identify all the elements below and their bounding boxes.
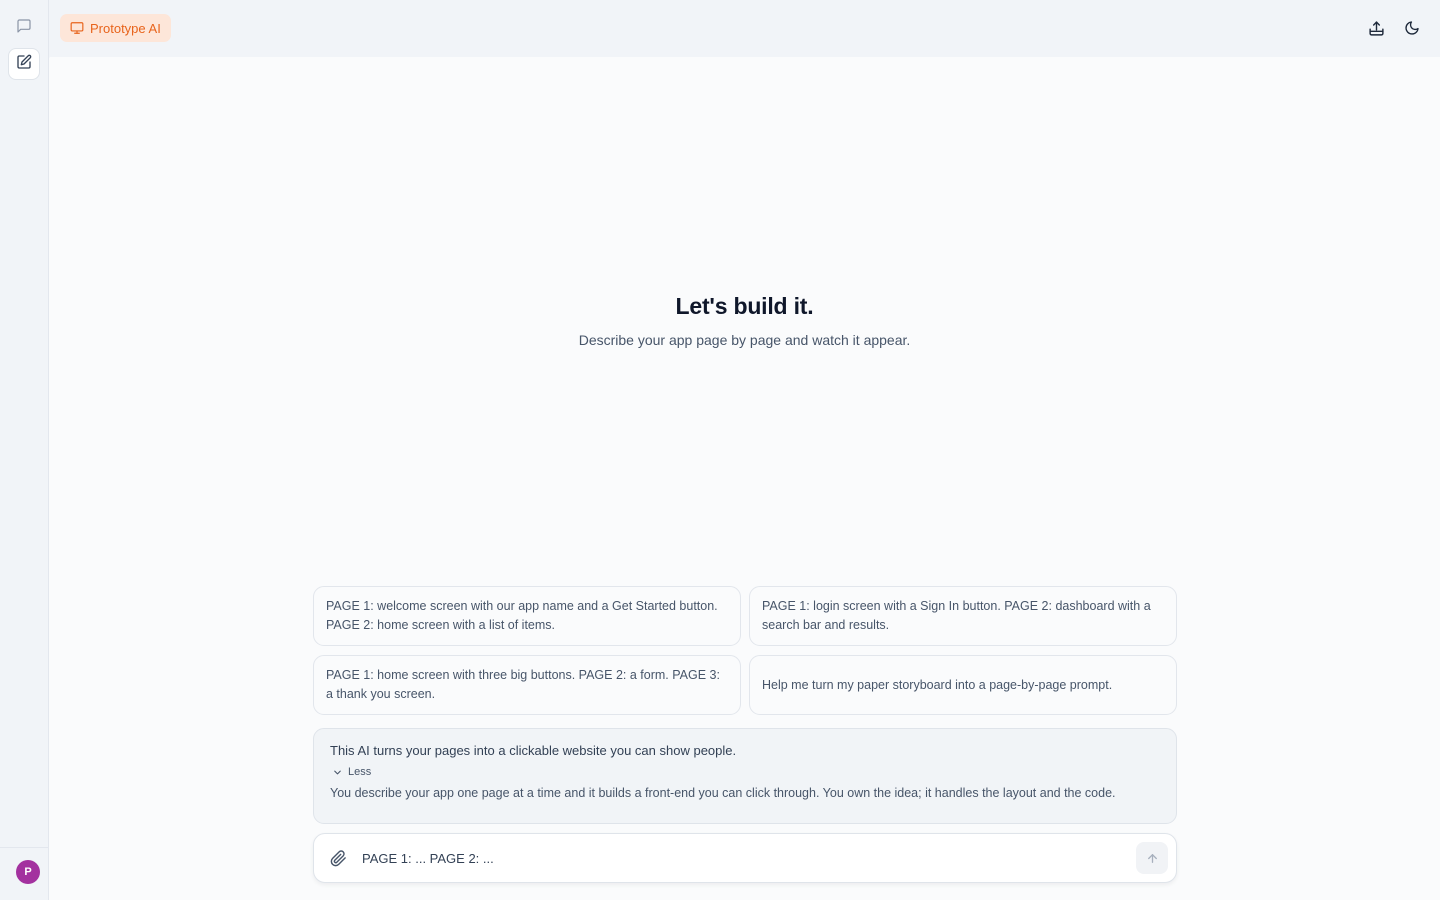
app-badge: Prototype AI [60,14,171,42]
top-bar: Prototype AI [49,0,1440,57]
info-panel: This AI turns your pages into a clickabl… [313,728,1177,824]
theme-toggle-button[interactable] [1400,16,1424,40]
attach-button[interactable] [330,849,348,867]
info-headline: This AI turns your pages into a clickabl… [330,743,737,758]
less-toggle-label: Less [348,766,372,778]
arrow-up-icon [1146,852,1159,865]
share-icon [1368,20,1385,37]
prompt-area: PAGE 1: welcome screen with our app name… [313,586,1177,883]
app-badge-label: Prototype AI [90,20,161,36]
new-chat-button[interactable] [8,48,40,80]
paperclip-icon [330,849,347,867]
avatar[interactable]: P [16,860,40,884]
suggestion-card[interactable]: PAGE 1: home screen with three big butto… [313,655,741,715]
app-root: P Prototype AI Let's build it. Describe … [0,0,1440,900]
monitor-icon [70,21,84,35]
send-button[interactable] [1136,842,1168,874]
composer [313,833,1177,883]
chat-icon [16,18,32,39]
hero: Let's build it. Describe your app page b… [49,293,1440,348]
suggestion-card[interactable]: PAGE 1: welcome screen with our app name… [313,586,741,646]
left-rail: P [0,0,49,900]
suggestion-card[interactable]: Help me turn my paper storyboard into a … [749,655,1177,715]
suggestion-card[interactable]: PAGE 1: login screen with a Sign In butt… [749,586,1177,646]
suggestion-list: PAGE 1: welcome screen with our app name… [313,586,1177,715]
edit-icon [16,54,32,75]
info-detail: You describe your app one page at a time… [330,786,1116,800]
moon-icon [1404,20,1420,36]
rail-divider [0,847,48,848]
chevron-down-icon [332,767,343,778]
page-subtitle: Describe your app page by page and watch… [578,332,911,348]
prompt-input[interactable] [362,850,1136,866]
page-title: Let's build it. [675,293,814,319]
chat-history-button[interactable] [8,12,40,44]
main-area: Let's build it. Describe your app page b… [49,57,1440,900]
less-toggle[interactable]: Less [330,766,1160,778]
share-button[interactable] [1364,16,1388,40]
